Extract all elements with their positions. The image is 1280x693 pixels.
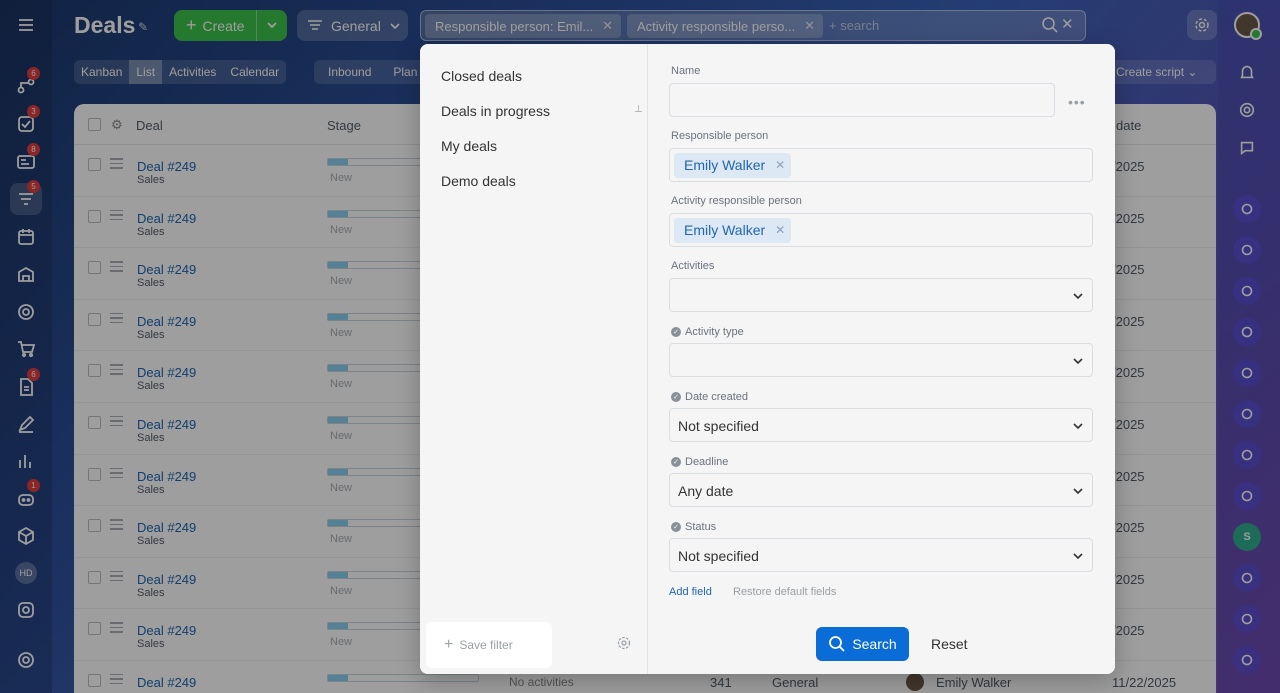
check-icon: ✓ xyxy=(671,457,681,467)
filter-presets: Closed deals Deals in progress ⊥ My deal… xyxy=(420,44,648,674)
preset-demo-deals[interactable]: Demo deals xyxy=(441,173,516,189)
preset-closed-deals[interactable]: Closed deals xyxy=(441,68,522,84)
pin-icon[interactable]: ⊥ xyxy=(634,104,643,115)
close-icon[interactable]: ✕ xyxy=(775,218,785,243)
plus-icon: + xyxy=(444,636,454,653)
status-select[interactable]: Not specified xyxy=(669,538,1093,572)
restore-fields-link[interactable]: Restore default fields xyxy=(733,586,836,598)
activity-type-label: ✓ Activity type xyxy=(671,326,744,338)
responsible-field[interactable]: Emily Walker ✕ xyxy=(669,148,1093,182)
filter-form: Name ••• Responsible person Emily Walker… xyxy=(648,44,1115,674)
user-tag[interactable]: Emily Walker ✕ xyxy=(674,218,792,243)
reset-button[interactable]: Reset xyxy=(931,636,968,652)
activity-type-select[interactable] xyxy=(669,343,1093,377)
responsible-label: Responsible person xyxy=(671,130,769,142)
search-icon xyxy=(829,636,845,652)
check-icon: ✓ xyxy=(671,392,681,402)
gear-icon[interactable] xyxy=(617,636,631,650)
chevron-down-icon xyxy=(1073,293,1083,300)
date-created-label: ✓ Date created xyxy=(671,391,748,403)
status-label: ✓ Status xyxy=(671,521,716,533)
save-filter-button[interactable]: + Save filter xyxy=(426,622,552,668)
close-icon[interactable]: ✕ xyxy=(775,153,785,178)
search-button[interactable]: Search xyxy=(816,627,909,661)
chevron-down-icon xyxy=(1073,358,1083,365)
check-icon: ✓ xyxy=(671,522,681,532)
name-label: Name xyxy=(671,65,701,77)
date-created-select[interactable]: Not specified xyxy=(669,408,1093,442)
chevron-down-icon xyxy=(1073,553,1083,560)
activity-responsible-label: Activity responsible person xyxy=(671,195,802,207)
add-field-link[interactable]: Add field xyxy=(669,586,712,598)
chevron-down-icon xyxy=(1073,488,1083,495)
deadline-label: ✓ Deadline xyxy=(671,456,728,468)
preset-deals-in-progress[interactable]: Deals in progress xyxy=(441,103,550,119)
check-icon: ✓ xyxy=(671,327,681,337)
preset-my-deals[interactable]: My deals xyxy=(441,138,497,154)
more-icon[interactable]: ••• xyxy=(1068,94,1086,110)
user-tag[interactable]: Emily Walker ✕ xyxy=(674,153,792,178)
activities-select[interactable] xyxy=(669,278,1093,312)
activity-responsible-field[interactable]: Emily Walker ✕ xyxy=(669,213,1093,247)
activities-label: Activities xyxy=(671,260,715,272)
chevron-down-icon xyxy=(1073,423,1083,430)
filter-popup: Closed deals Deals in progress ⊥ My deal… xyxy=(420,44,1115,674)
name-input[interactable] xyxy=(669,83,1055,117)
deadline-select[interactable]: Any date xyxy=(669,473,1093,507)
